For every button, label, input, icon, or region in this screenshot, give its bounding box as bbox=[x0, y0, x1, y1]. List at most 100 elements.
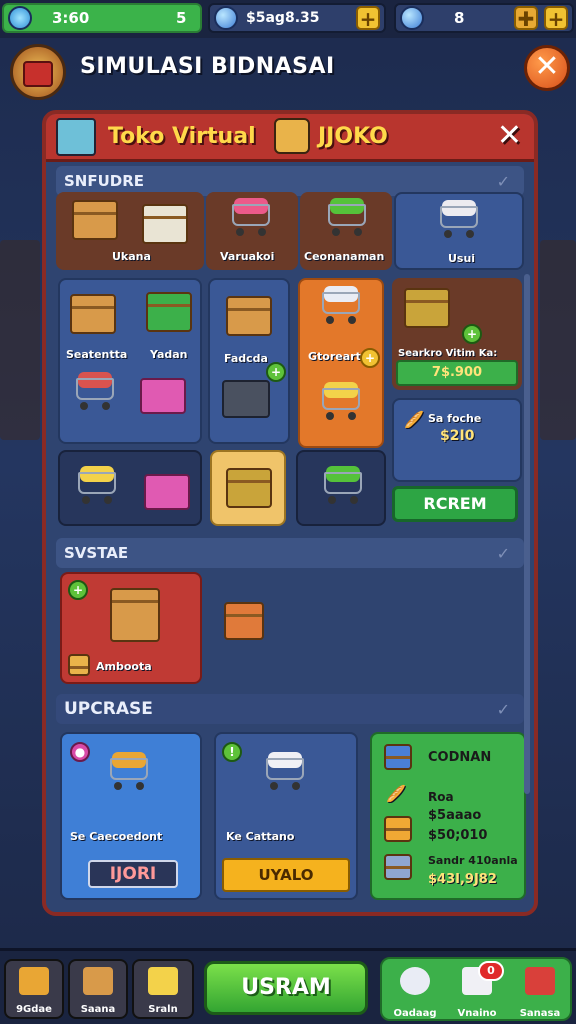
item-tile-sa-foche[interactable]: 🥖 Sa foche $2I0 bbox=[392, 398, 522, 482]
shop-name: JJOKO bbox=[318, 124, 388, 149]
nav-label: 9Gdae bbox=[16, 1004, 52, 1015]
item-tile-fadcda[interactable]: Fadcda + bbox=[208, 278, 290, 444]
cart-icon bbox=[74, 466, 120, 504]
store-header: Toko Virtual JJOKO ✕ bbox=[46, 114, 534, 162]
store-avatar-icon bbox=[23, 61, 53, 87]
scrollbar[interactable] bbox=[524, 274, 530, 794]
upgrade-card-2[interactable]: ! Ke Cattano UYALO bbox=[214, 732, 358, 900]
item-tile-ceonanaman[interactable]: Ceonanaman bbox=[300, 192, 392, 270]
new-badge: + bbox=[68, 580, 88, 600]
item-label: Amboota bbox=[96, 660, 152, 673]
item-tile-bananas[interactable] bbox=[58, 450, 202, 526]
item-tile-produce-cart[interactable] bbox=[296, 450, 386, 526]
upgrade-button-1[interactable]: IJORI bbox=[88, 860, 178, 888]
cash-icon bbox=[214, 6, 238, 30]
item-tile-searkro[interactable]: + Searkro Vitim Ka: 7$.900 bbox=[392, 278, 522, 390]
gem-icon bbox=[400, 6, 424, 30]
register-icon bbox=[384, 744, 412, 770]
box-icon bbox=[72, 200, 118, 240]
box-icon bbox=[110, 588, 160, 642]
toolbox-icon bbox=[222, 380, 270, 418]
nav-home[interactable]: 9Gdae bbox=[4, 959, 64, 1019]
box-icon bbox=[70, 294, 116, 334]
buy-button[interactable]: RCREM bbox=[392, 486, 518, 522]
cart-icon bbox=[106, 752, 152, 790]
checkmark-icon: ✓ bbox=[496, 543, 510, 563]
item-tile-seatentta[interactable]: Seatentta Yadan bbox=[58, 278, 202, 444]
upgrade-label: Se Caecoedont bbox=[70, 830, 163, 843]
chest-icon bbox=[404, 288, 450, 328]
item-tile-ukana[interactable]: Ukana bbox=[56, 192, 204, 270]
upgrade-line: $5aaao bbox=[428, 808, 482, 823]
store-panel: Toko Virtual JJOKO ✕ SNFUDRE ✓ Ukana Var… bbox=[42, 110, 538, 916]
item-tile-varuakoi[interactable]: Varuakoi bbox=[206, 192, 298, 270]
price-tag: 7$.900 bbox=[396, 360, 518, 386]
cart-icon bbox=[320, 466, 366, 504]
upgrade-line: $50;010 bbox=[428, 828, 488, 843]
nav-deals[interactable]: Oadaag bbox=[386, 961, 444, 1021]
item-title: Sa foche bbox=[428, 412, 482, 425]
upgrade-button-2[interactable]: UYALO bbox=[222, 858, 350, 892]
item-label: Usui bbox=[448, 252, 476, 265]
item-tile-usui[interactable]: Usui bbox=[394, 192, 524, 270]
stacked-goods-icon bbox=[146, 292, 192, 332]
close-game-button[interactable]: ✕ bbox=[524, 45, 570, 91]
cart-icon bbox=[324, 198, 370, 236]
notification-badge: 0 bbox=[478, 961, 504, 981]
cart-icon bbox=[262, 752, 308, 790]
section-label: SNFUDRE bbox=[64, 172, 145, 190]
money-resource[interactable]: $5ag8.35 + bbox=[208, 3, 386, 33]
pink-crate-icon bbox=[140, 378, 186, 414]
cart-icon bbox=[436, 200, 482, 238]
add-money-button[interactable]: + bbox=[356, 6, 380, 30]
home-icon bbox=[19, 967, 49, 995]
shopkeeper-icon bbox=[274, 118, 310, 154]
item-label: Gtoreart bbox=[308, 350, 361, 363]
section-upgrade[interactable]: UPCRASE ✓ bbox=[56, 694, 524, 724]
upgrade-card-1[interactable]: ● Se Caecoedont IJORI bbox=[60, 732, 202, 900]
nav-label: Vnaino bbox=[457, 1008, 497, 1019]
resource-bar: 3:60 5 $5ag8.35 + 8 ✚ + bbox=[0, 0, 576, 38]
gem-count: 5 bbox=[176, 9, 187, 27]
gem-value: 8 bbox=[454, 9, 465, 27]
upgrade-title: CODNAN bbox=[428, 750, 492, 765]
groceries-icon bbox=[148, 967, 178, 995]
new-badge: ! bbox=[222, 742, 242, 762]
nav-storage[interactable]: Saana bbox=[68, 959, 128, 1019]
item-title: Searkro Vitim Ka: bbox=[398, 348, 498, 359]
energy-icon bbox=[8, 6, 32, 30]
section-system[interactable]: SVSTAE ✓ bbox=[56, 538, 524, 568]
background-shelf-right bbox=[540, 240, 576, 440]
cart-icon bbox=[228, 198, 274, 236]
chest-icon bbox=[384, 816, 412, 842]
item-label: Seatentta bbox=[66, 348, 128, 361]
new-badge: + bbox=[266, 362, 286, 382]
pink-basket-icon bbox=[144, 474, 190, 510]
box-icon bbox=[226, 296, 272, 336]
player-avatar[interactable] bbox=[10, 44, 66, 100]
energy-resource[interactable]: 3:60 5 bbox=[2, 3, 202, 33]
small-box-icon bbox=[68, 654, 90, 676]
money-value: $5ag8.35 bbox=[246, 10, 320, 26]
main-action-button[interactable]: USRAM bbox=[204, 961, 368, 1015]
item-label: Fadcda bbox=[224, 352, 268, 365]
featured-item-tile[interactable]: + Amboota bbox=[60, 572, 202, 684]
background-shelf-left bbox=[0, 240, 40, 440]
store-title: Toko Virtual bbox=[108, 124, 256, 149]
item-tile-gtoreart[interactable]: Gtoreart + bbox=[298, 278, 384, 448]
puzzle-icon[interactable]: ✚ bbox=[514, 6, 538, 30]
item-tile-chest[interactable] bbox=[210, 450, 286, 526]
close-store-button[interactable]: ✕ bbox=[497, 118, 522, 153]
nav-gifts[interactable]: Sanasa bbox=[510, 961, 570, 1021]
add-gem-button[interactable]: + bbox=[544, 6, 568, 30]
nav-label: Sanasa bbox=[519, 1008, 561, 1019]
small-crate-icon[interactable] bbox=[224, 602, 264, 640]
gem-resource[interactable]: 8 ✚ + bbox=[394, 3, 574, 33]
section-label: UPCRASE bbox=[64, 699, 153, 719]
item-label: Yadan bbox=[150, 348, 188, 361]
nav-label: Oadaag bbox=[393, 1008, 437, 1019]
upgrade-price: $43I,9J82 bbox=[428, 872, 497, 887]
nav-stock[interactable]: Sraln bbox=[132, 959, 194, 1019]
upgrade-card-3[interactable]: CODNAN Roa 🥖 $5aaao $50;010 Sandr 410anl… bbox=[370, 732, 526, 900]
chest-icon bbox=[226, 468, 272, 508]
